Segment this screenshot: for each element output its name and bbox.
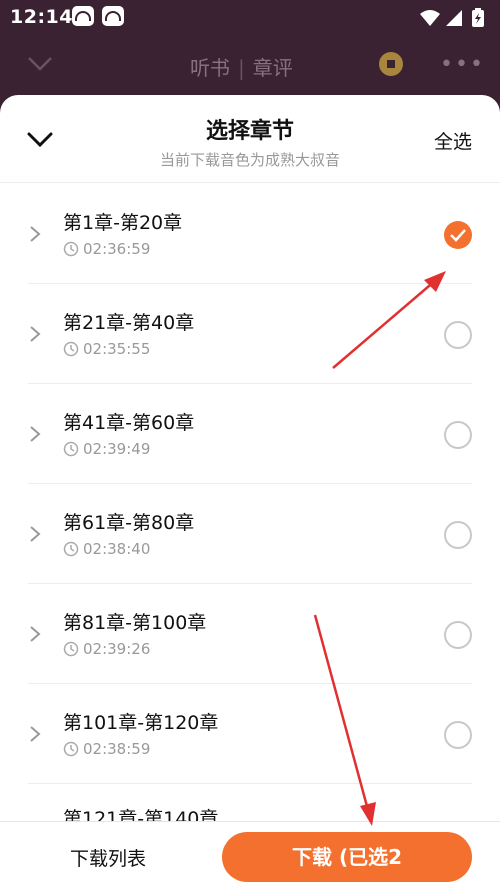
wifi-icon — [420, 10, 440, 26]
status-time: 12:14 — [10, 6, 73, 28]
chapter-duration: 02:39:49 — [63, 440, 150, 458]
chevron-right-icon[interactable] — [28, 324, 42, 344]
clock-icon — [63, 541, 79, 557]
duration-text: 02:36:59 — [83, 240, 151, 258]
chevron-right-icon[interactable] — [28, 624, 42, 644]
sheet-subtitle: 当前下载音色为成熟大叔音 — [159, 151, 340, 169]
list-item[interactable]: 第1章-第20章 02:36:59 — [0, 184, 500, 284]
chapter-title: 第41章-第60章 — [63, 412, 195, 434]
duration-text: 02:35:55 — [83, 340, 151, 358]
status-bar: 12:14 — [0, 0, 500, 36]
chapter-checkbox[interactable] — [444, 521, 472, 549]
list-item[interactable]: 第21章-第40章 02:35:55 — [0, 284, 500, 384]
chevron-right-icon[interactable] — [28, 724, 42, 744]
chapter-title: 第81章-第100章 — [63, 612, 207, 634]
chapter-title: 第101章-第120章 — [63, 712, 219, 734]
chapter-checkbox[interactable] — [444, 221, 472, 249]
chevron-right-icon[interactable] — [28, 224, 42, 244]
chapter-select-sheet: 选择章节 当前下载音色为成熟大叔音 全选 第1章-第20章 02:36:59 第… — [0, 95, 500, 890]
tab-review[interactable]: 章评 — [253, 56, 293, 80]
clock-icon — [63, 341, 79, 357]
duration-text: 02:38:40 — [83, 540, 151, 558]
list-item[interactable]: 第61章-第80章 02:38:40 — [0, 484, 500, 584]
download-button[interactable]: 下载 (已选2 — [222, 832, 472, 882]
chapter-checkbox[interactable] — [444, 321, 472, 349]
chapter-duration: 02:38:59 — [63, 740, 150, 758]
bottom-bar: 下载列表 下载 (已选2 — [0, 821, 500, 890]
list-item[interactable]: 第81章-第100章 02:39:26 — [0, 584, 500, 684]
chapter-title: 第61章-第80章 — [63, 512, 195, 534]
chapter-title: 第1章-第20章 — [63, 212, 183, 234]
list-item[interactable]: 第41章-第60章 02:39:49 — [0, 384, 500, 484]
download-list-button[interactable]: 下载列表 — [70, 844, 146, 871]
tab-listen[interactable]: 听书 — [190, 56, 230, 80]
chapter-duration: 02:38:40 — [63, 540, 150, 558]
chapter-checkbox[interactable] — [444, 421, 472, 449]
chapter-list: 第1章-第20章 02:36:59 第21章-第40章 02:35:55 第41… — [0, 184, 500, 784]
clock-icon — [63, 241, 79, 257]
sheet-header: 选择章节 当前下载音色为成熟大叔音 全选 — [0, 95, 500, 183]
chapter-duration: 02:39:26 — [63, 640, 150, 658]
duration-text: 02:38:59 — [83, 740, 151, 758]
notification-app-icon — [102, 6, 124, 26]
select-all-button[interactable]: 全选 — [434, 127, 472, 154]
clock-icon — [63, 441, 79, 457]
check-icon — [450, 229, 466, 242]
clock-icon — [63, 641, 79, 657]
chapter-checkbox[interactable] — [444, 721, 472, 749]
chapter-duration: 02:36:59 — [63, 240, 150, 258]
clock-icon — [63, 741, 79, 757]
chevron-right-icon[interactable] — [28, 424, 42, 444]
duration-text: 02:39:26 — [83, 640, 151, 658]
coin-icon[interactable] — [379, 52, 403, 76]
duration-text: 02:39:49 — [83, 440, 151, 458]
background-tabs: 听书 | 章评 — [190, 56, 293, 80]
chapter-duration: 02:35:55 — [63, 340, 150, 358]
chapter-title: 第21章-第40章 — [63, 312, 195, 334]
sheet-title: 选择章节 — [205, 119, 294, 144]
status-icons — [420, 8, 484, 27]
notification-app-icon — [72, 6, 94, 26]
signal-icon — [446, 10, 462, 26]
chevron-right-icon[interactable] — [28, 524, 42, 544]
list-item[interactable]: 第101章-第120章 02:38:59 — [0, 684, 500, 784]
chevron-down-icon[interactable] — [27, 56, 53, 72]
more-icon[interactable]: ••• — [440, 52, 485, 77]
chapter-checkbox[interactable] — [444, 621, 472, 649]
